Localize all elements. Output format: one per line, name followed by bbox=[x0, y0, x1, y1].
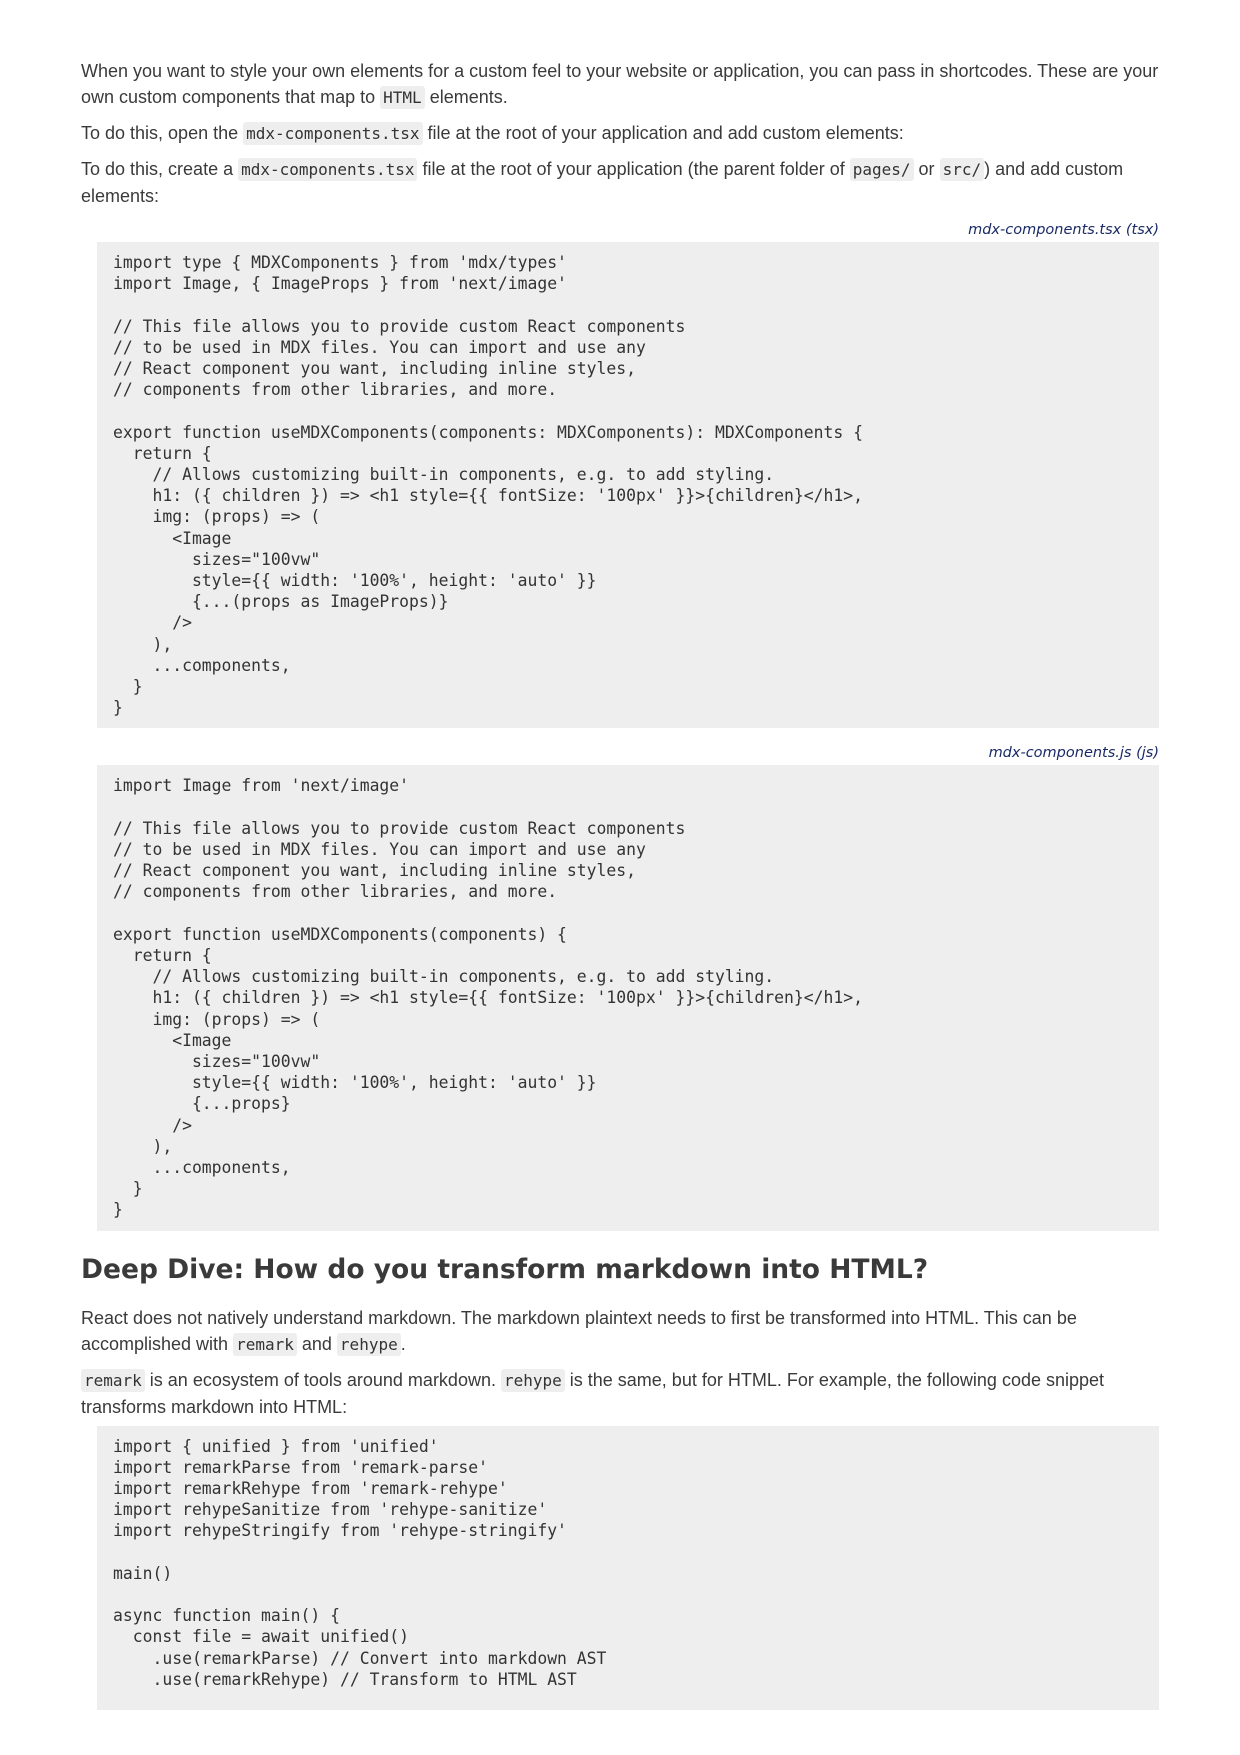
code-line: // React component you want, including i… bbox=[113, 861, 637, 881]
code-line: // components from other libraries, and … bbox=[113, 882, 558, 902]
inline-code-remark: remark bbox=[81, 1368, 145, 1392]
code-line: } bbox=[113, 1179, 143, 1199]
inline-code-rehype: rehype bbox=[336, 1332, 401, 1356]
text-segment: When you want to style your own elements… bbox=[81, 61, 1159, 107]
code-line: export function useMDXComponents(compone… bbox=[113, 924, 567, 944]
code-line: import rehypeStringify from 'rehype-stri… bbox=[113, 1521, 567, 1541]
code-line: } bbox=[113, 698, 123, 718]
text-segment: or bbox=[913, 159, 940, 179]
deep-dive-paragraph-1: React does not natively understand markd… bbox=[81, 1305, 1159, 1358]
inline-code-pages-dir: pages/ bbox=[849, 158, 914, 181]
intro-paragraph-3: To do this, create a mdx-components.tsx … bbox=[81, 156, 1159, 209]
code-line: // to be used in MDX files. You can impo… bbox=[113, 840, 646, 860]
code-line: <Image bbox=[113, 1030, 232, 1050]
code-line: {...(props as ImageProps)} bbox=[113, 592, 449, 612]
text-segment: elements. bbox=[424, 87, 508, 107]
code-line: // Allows customizing built-in component… bbox=[113, 967, 775, 987]
code-line: import Image, { ImageProps } from 'next/… bbox=[113, 274, 567, 294]
text-segment: file at the root of your application (th… bbox=[417, 159, 850, 179]
inline-code-filename: mdx-components.tsx bbox=[238, 158, 418, 181]
text-segment: and bbox=[296, 1333, 337, 1354]
code-line: <Image bbox=[113, 528, 232, 548]
code-line: import type { MDXComponents } from 'mdx/… bbox=[113, 253, 567, 272]
code-line: import { unified } from 'unified' bbox=[113, 1436, 439, 1456]
code-block-unified: import { unified } from 'unified' import … bbox=[97, 1425, 1159, 1711]
intro-paragraph-2: To do this, open the mdx-components.tsx … bbox=[81, 120, 1159, 147]
text-segment: file at the root of your application and… bbox=[422, 123, 904, 143]
code-line: sizes="100vw" bbox=[113, 1052, 321, 1072]
code-line: /> bbox=[113, 613, 192, 633]
code-line: {...props} bbox=[113, 1094, 291, 1114]
code-line: // Allows customizing built-in component… bbox=[113, 465, 775, 484]
document-page: When you want to style your own elements… bbox=[0, 0, 1240, 1755]
inline-code-filename: mdx-components.tsx bbox=[243, 122, 423, 145]
text-segment: To do this, create a bbox=[81, 159, 239, 179]
code-line: // components from other libraries, and … bbox=[113, 380, 558, 400]
code-line: const file = await unified() bbox=[113, 1627, 410, 1647]
intro-paragraph-1: When you want to style your own elements… bbox=[81, 58, 1159, 111]
code-line: ), bbox=[113, 634, 173, 654]
code-line: // This file allows you to provide custo… bbox=[113, 818, 686, 838]
code-line: .use(remarkParse) // Convert into markdo… bbox=[113, 1648, 607, 1668]
text-segment: is an ecosystem of tools around markdown… bbox=[144, 1369, 501, 1390]
code-line: ...components, bbox=[113, 655, 291, 675]
code-line: .use(remarkRehype) // Transform to HTML … bbox=[113, 1669, 577, 1689]
code-line: /> bbox=[113, 1115, 192, 1135]
code-line: ...components, bbox=[113, 1158, 291, 1178]
inline-code-html: HTML bbox=[380, 86, 425, 109]
deep-dive-paragraph-2: remark is an ecosystem of tools around m… bbox=[81, 1367, 1159, 1420]
inline-code-src-dir: src/ bbox=[939, 158, 985, 181]
code-line: async function main() { bbox=[113, 1606, 340, 1626]
code-line: style={{ width: '100%', height: 'auto' }… bbox=[113, 571, 597, 591]
deep-dive-heading: Deep Dive: How do you transform markdown… bbox=[81, 1253, 929, 1285]
code-line: img: (props) => ( bbox=[113, 507, 321, 527]
text-segment: To do this, open the bbox=[81, 123, 244, 143]
code-line: import rehypeSanitize from 'rehype-sanit… bbox=[113, 1500, 548, 1520]
inline-code-remark: remark bbox=[233, 1332, 297, 1356]
code-line: // React component you want, including i… bbox=[113, 359, 637, 378]
text-segment: . bbox=[400, 1333, 406, 1354]
inline-code-rehype: rehype bbox=[500, 1368, 565, 1392]
code-line: import Image from 'next/image' bbox=[113, 776, 410, 796]
code-line: // This file allows you to provide custo… bbox=[113, 316, 686, 336]
code-line: // to be used in MDX files. You can impo… bbox=[113, 337, 646, 357]
code-line: h1: ({ children }) => <h1 style={{ fontS… bbox=[113, 988, 863, 1008]
code-line: ), bbox=[113, 1136, 173, 1156]
code-line: } bbox=[113, 677, 143, 697]
code-block-tsx: import type { MDXComponents } from 'mdx/… bbox=[97, 242, 1159, 729]
code-line: main() bbox=[113, 1563, 173, 1583]
code-block-js: import Image from 'next/image' // This fi… bbox=[97, 765, 1159, 1231]
code-line: import remarkParse from 'remark-parse' bbox=[113, 1457, 488, 1477]
code-line: style={{ width: '100%', height: 'auto' }… bbox=[113, 1073, 597, 1093]
code-line: import remarkRehype from 'remark-rehype' bbox=[113, 1479, 508, 1499]
code-line: } bbox=[113, 1200, 123, 1220]
code-line: img: (props) => ( bbox=[113, 1009, 321, 1029]
code-line: h1: ({ children }) => <h1 style={{ fontS… bbox=[113, 486, 863, 506]
code-caption-tsx: mdx-components.tsx (tsx) bbox=[968, 222, 1159, 238]
code-caption-js: mdx-components.js (js) bbox=[988, 745, 1159, 762]
code-line: return { bbox=[113, 946, 212, 966]
code-line: sizes="100vw" bbox=[113, 549, 321, 569]
text-segment: React does not natively understand markd… bbox=[81, 1307, 1077, 1354]
code-line: return { bbox=[113, 443, 212, 463]
code-line: export function useMDXComponents(compone… bbox=[113, 422, 863, 442]
